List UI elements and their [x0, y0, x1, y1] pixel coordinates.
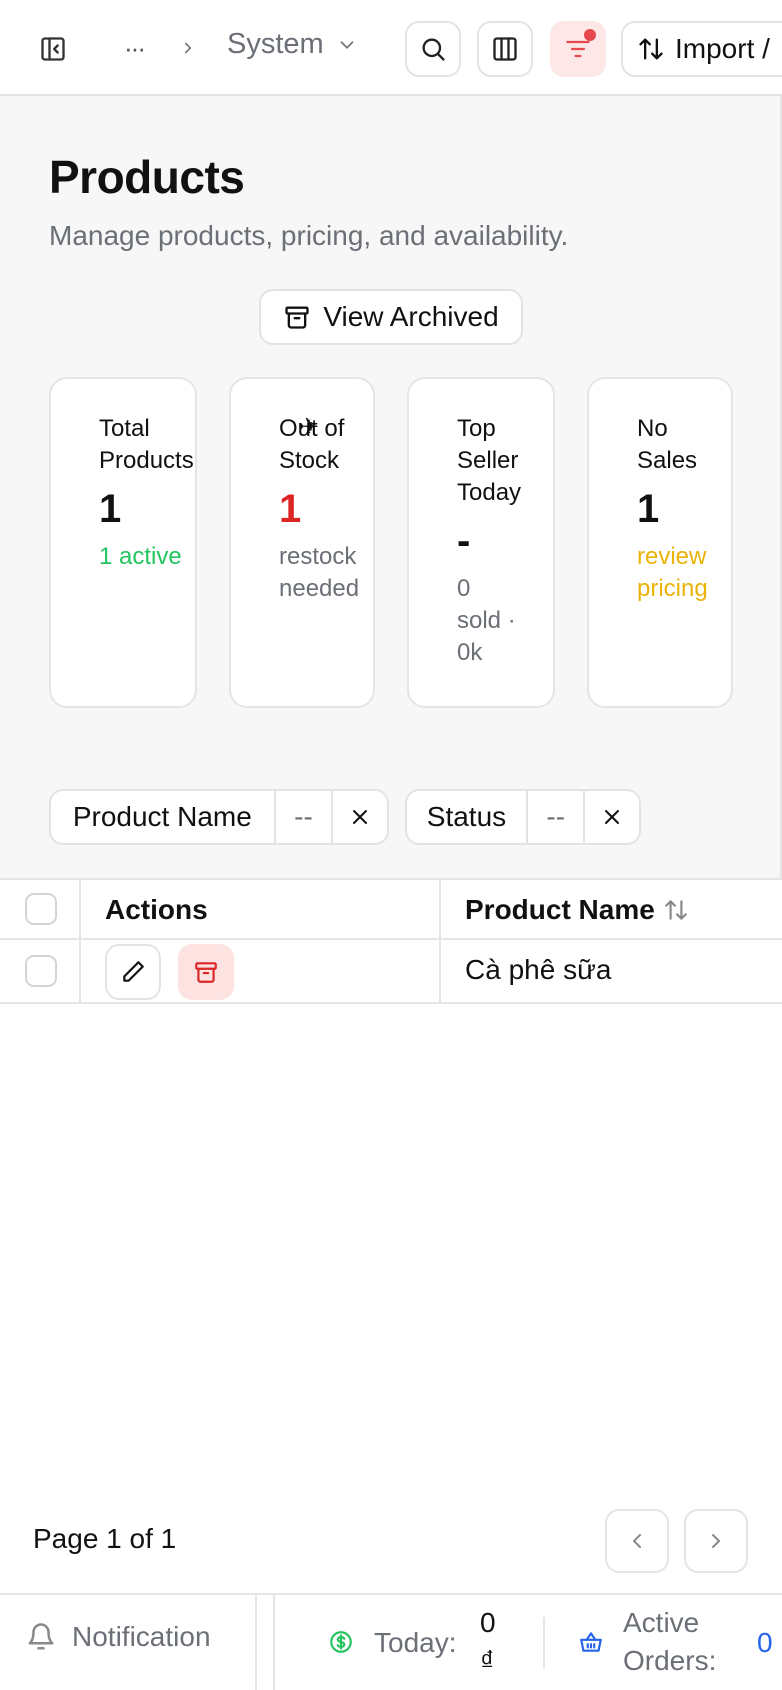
stat-card-top-seller: Top Seller Today - 0 sold · 0k [407, 377, 555, 708]
basket-icon [580, 1632, 602, 1652]
dollar-circle-icon [330, 1631, 352, 1653]
filter-operator-select[interactable]: -- [525, 791, 584, 843]
edit-button[interactable] [105, 944, 161, 1000]
column-header-product-name[interactable]: Product Name [465, 894, 689, 926]
pencil-icon [123, 961, 144, 982]
archive-icon [285, 306, 309, 329]
close-icon [605, 810, 620, 824]
filter-field-label: Product Name [72, 801, 252, 832]
top-bar: ··· System Import / [0, 0, 782, 96]
stat-card-no-sales: No Sales 1 review pricing [587, 377, 733, 708]
sort-icon [664, 900, 687, 920]
breadcrumb-system-dropdown[interactable]: System [227, 28, 358, 61]
filter-chip-product-name: Product Name -- [49, 789, 389, 845]
stat-note: 0 sold · 0k [457, 575, 516, 666]
table-header-row: Actions Product Name [0, 878, 782, 940]
columns-button[interactable] [477, 21, 533, 77]
chevron-left-icon [633, 1534, 641, 1548]
column-header-label: Product Name [465, 894, 655, 925]
stat-note: review pricing [637, 543, 708, 602]
today-label: Today: [374, 1627, 457, 1658]
import-label: Import / [675, 33, 770, 64]
filter-chip-status: Status -- [405, 789, 641, 845]
page-subtitle: Manage products, pricing, and availabili… [49, 220, 569, 251]
chevron-right-icon [712, 1534, 720, 1548]
next-page-button[interactable] [684, 1509, 748, 1573]
column-divider [79, 880, 81, 938]
stat-label: Top Seller Today [457, 415, 522, 506]
product-name-cell: Cà phê sữa [465, 954, 612, 985]
view-archived-label: View Archived [323, 301, 499, 332]
today-value: 0 [480, 1607, 496, 1638]
column-divider [439, 940, 441, 1002]
breadcrumb-more-button[interactable]: ··· [116, 30, 152, 66]
column-divider [79, 940, 81, 1002]
row-select-checkbox[interactable] [25, 955, 57, 987]
bell-icon [28, 1623, 54, 1650]
filter-button[interactable] [550, 21, 606, 77]
cursor-pointer-icon: ✈ [299, 414, 320, 441]
more-icon: ··· [124, 32, 146, 63]
column-divider [439, 880, 441, 938]
stat-value: - [457, 519, 471, 563]
sidebar-toggle-icon [41, 37, 65, 61]
footer-divider [273, 1595, 275, 1690]
filter-remove-button[interactable] [583, 791, 639, 843]
active-orders-value: 0 [757, 1627, 773, 1658]
breadcrumb-current-label: System [227, 28, 324, 60]
stat-value: 1 [279, 487, 302, 531]
notification-button[interactable]: Notification [26, 1621, 211, 1653]
currency-symbol: ₫ [480, 1645, 495, 1676]
close-icon [353, 810, 368, 824]
search-icon [422, 38, 445, 61]
columns-icon [493, 37, 517, 61]
pagination-label: Page 1 of 1 [33, 1523, 177, 1554]
archive-button[interactable] [178, 944, 234, 1000]
filter-field-label: Status [426, 801, 507, 832]
column-header-actions: Actions [105, 894, 208, 925]
stat-note: 1 active [99, 543, 182, 570]
filter-operator-select[interactable]: -- [273, 791, 332, 843]
select-all-checkbox[interactable] [25, 893, 57, 925]
sort-arrows-icon [639, 38, 663, 60]
archive-icon [195, 962, 217, 983]
stat-label: Total Products [99, 415, 194, 474]
stat-card-out-of-stock: Out of Stock 1 restock needed ✈ [229, 377, 375, 708]
notification-label: Notification [72, 1621, 211, 1652]
active-filter-dot [584, 29, 596, 41]
stat-label: No Sales [637, 415, 698, 474]
footer-divider [255, 1595, 257, 1690]
status-footer: Notification Today: 0 ₫ Active Orders: 0 [0, 1593, 782, 1690]
breadcrumb-separator-icon [176, 33, 200, 63]
stat-card-total-products: Total Products 1 1 active [49, 377, 197, 708]
table-row[interactable]: Cà phê sữa [0, 940, 782, 1004]
filter-remove-button[interactable] [331, 791, 387, 843]
view-archived-button[interactable]: View Archived [259, 289, 523, 345]
search-button[interactable] [405, 21, 461, 77]
active-orders-label-line2: Orders: [623, 1645, 717, 1676]
previous-page-button[interactable] [605, 1509, 669, 1573]
chevron-down-icon [340, 40, 354, 49]
footer-divider [543, 1617, 545, 1668]
stat-value: 1 [637, 487, 660, 531]
import-export-button[interactable]: Import / [621, 21, 782, 77]
page-title: Products [49, 151, 245, 203]
sidebar-toggle-button[interactable] [33, 29, 73, 69]
stat-value: 1 [99, 487, 122, 531]
active-orders-label: Active [623, 1607, 700, 1638]
stat-note: restock needed [279, 543, 360, 602]
